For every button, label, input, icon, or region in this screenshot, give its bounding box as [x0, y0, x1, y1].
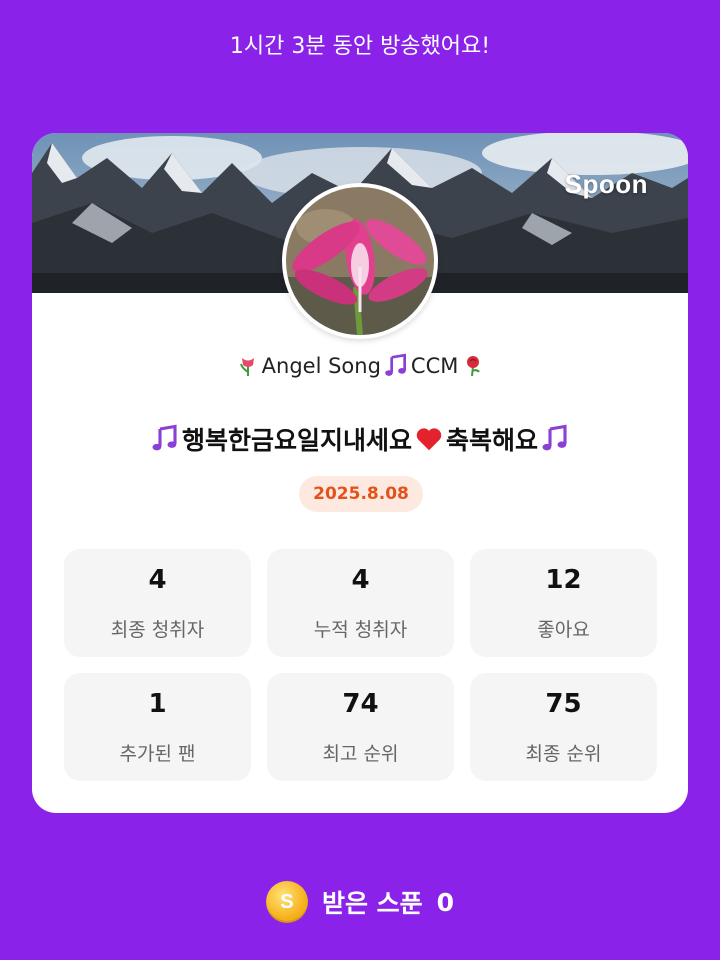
stat-value: 75 — [545, 689, 582, 719]
stat-label: 최종 청취자 — [110, 619, 205, 641]
received-spoons-count: 0 — [436, 887, 455, 917]
stat-value: 1 — [148, 689, 167, 719]
broadcast-summary-card: Spoon Angel Song CCM 행복한금요일지내세요 축복해요 202… — [32, 133, 688, 813]
rose-icon — [467, 356, 481, 377]
broadcast-date-badge: 2025.8.08 — [299, 476, 423, 512]
host-avatar[interactable] — [282, 183, 438, 339]
host-name-row: Angel Song CCM — [32, 353, 688, 379]
music-note-icon — [152, 424, 177, 451]
stat-final-listeners: 4 최종 청취자 — [64, 549, 251, 657]
stats-grid: 4 최종 청취자 4 누적 청취자 12 좋아요 1 추가된 팬 74 최고 순… — [64, 549, 657, 781]
heart-icon — [416, 428, 442, 451]
title-text: 행복한금요일지내세요 — [181, 426, 412, 455]
broadcast-duration-text: 1시간 3분 동안 방송했어요! — [229, 34, 491, 59]
stat-added-fans: 1 추가된 팬 — [64, 673, 251, 781]
host-suffix: CCM — [410, 354, 459, 378]
music-note-icon — [385, 353, 406, 376]
music-note-icon — [542, 424, 567, 451]
received-spoons-row: S 받은 스푼 0 — [0, 880, 720, 924]
stat-final-rank: 75 최종 순위 — [470, 673, 657, 781]
tulip-icon — [239, 358, 254, 376]
stat-value: 74 — [342, 689, 379, 719]
stat-value: 4 — [148, 565, 167, 595]
stat-label: 누적 청취자 — [313, 619, 408, 641]
stat-total-listeners: 4 누적 청취자 — [267, 549, 454, 657]
stat-likes: 12 좋아요 — [470, 549, 657, 657]
stat-label: 추가된 팬 — [119, 743, 196, 765]
stat-value: 4 — [351, 565, 370, 595]
stat-label: 좋아요 — [537, 619, 590, 641]
stat-value: 12 — [545, 565, 582, 595]
stat-label: 최종 순위 — [525, 743, 602, 765]
stat-label: 최고 순위 — [322, 743, 399, 765]
host-name: Angel Song — [261, 354, 381, 378]
title-suffix: 축복해요 — [446, 426, 539, 455]
stat-best-rank: 74 최고 순위 — [267, 673, 454, 781]
broadcast-title: 행복한금요일지내세요 축복해요 — [32, 421, 688, 457]
received-spoons-label: 받은 스푼 — [321, 889, 423, 918]
spoon-brand-logo: Spoon — [564, 169, 648, 199]
coin-icon: S — [265, 881, 308, 923]
